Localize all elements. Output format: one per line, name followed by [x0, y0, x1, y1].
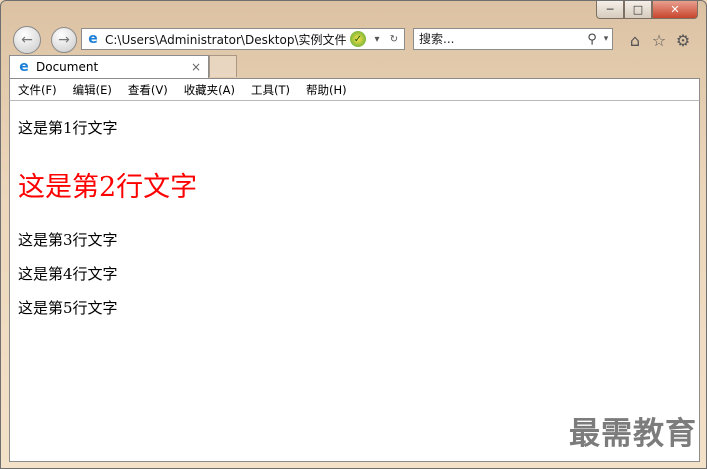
address-url[interactable]: C:\Users\Administrator\Desktop\实例文件	[105, 31, 346, 48]
address-bar[interactable]: e C:\Users\Administrator\Desktop\实例文件 ✓ …	[81, 28, 405, 50]
minimize-button[interactable]: ─	[596, 1, 624, 19]
watermark-logo: 最需教育	[569, 416, 697, 452]
menu-tools[interactable]: 工具(T)	[243, 82, 298, 98]
search-box[interactable]: ⚲ ▾	[413, 28, 613, 50]
favorites-icon[interactable]: ☆	[649, 30, 669, 50]
close-tab-icon[interactable]: ×	[188, 60, 204, 74]
search-dropdown-icon[interactable]: ▾	[600, 34, 612, 44]
window-controls: ─ □ ✕	[596, 1, 698, 19]
address-dropdown-icon[interactable]: ▾	[370, 34, 384, 45]
text-line-1: 这是第1行文字	[18, 119, 118, 137]
menu-file[interactable]: 文件(F)	[10, 82, 65, 98]
maximize-button[interactable]: □	[624, 1, 652, 19]
refresh-icon[interactable]: ↻	[387, 34, 401, 45]
menu-favorites[interactable]: 收藏夹(A)	[176, 82, 243, 98]
forward-arrow-icon: →	[58, 32, 70, 48]
forward-button[interactable]: →	[51, 27, 77, 53]
back-button[interactable]: ←	[13, 26, 41, 54]
ie-page-icon: e	[88, 31, 98, 47]
back-arrow-icon: ←	[21, 32, 33, 48]
menu-help[interactable]: 帮助(H)	[298, 82, 355, 98]
search-input[interactable]	[414, 32, 584, 46]
tab-document[interactable]: e Document ×	[9, 55, 209, 78]
page-content: 这是第1行文字 这是第2行文字 这是第3行文字 这是第4行文字 这是第5行文字 …	[9, 101, 700, 462]
text-line-5: 这是第5行文字	[18, 299, 118, 317]
menu-bar: 文件(F) 编辑(E) 查看(V) 收藏夹(A) 工具(T) 帮助(H)	[9, 78, 700, 101]
ie-tab-icon: e	[19, 59, 29, 75]
search-icon[interactable]: ⚲	[584, 32, 600, 47]
browser-window: ─ □ ✕ ← → e C:\Users\Administrator\Deskt…	[0, 0, 707, 469]
new-tab-button[interactable]	[209, 55, 237, 77]
menu-view[interactable]: 查看(V)	[120, 82, 176, 98]
home-icon[interactable]: ⌂	[625, 30, 645, 50]
gear-icon[interactable]: ⚙	[673, 30, 693, 50]
tab-title: Document	[36, 60, 99, 74]
text-line-2: 这是第2行文字	[18, 172, 198, 203]
menu-edit[interactable]: 编辑(E)	[65, 82, 120, 98]
text-line-4: 这是第4行文字	[18, 265, 118, 283]
close-window-button[interactable]: ✕	[652, 1, 698, 19]
compatibility-icon[interactable]: ✓	[350, 31, 366, 47]
text-line-3: 这是第3行文字	[18, 231, 118, 249]
